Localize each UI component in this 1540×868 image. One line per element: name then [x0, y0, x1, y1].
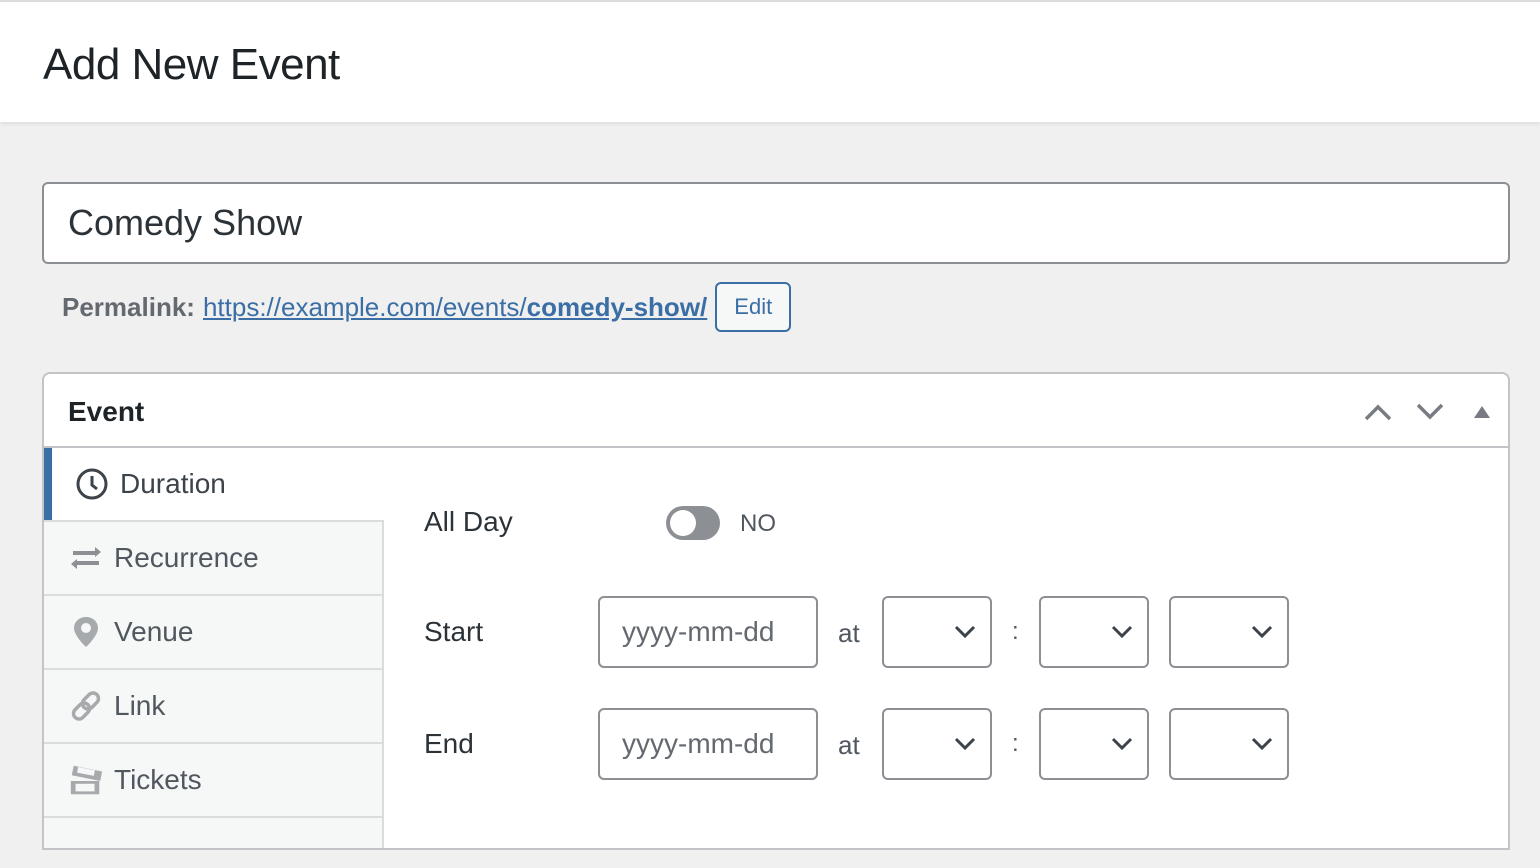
- chevron-down-icon: [954, 737, 976, 751]
- tab-label: Link: [114, 690, 166, 721]
- end-date-input[interactable]: [598, 708, 818, 780]
- triangle-up-icon: [1474, 406, 1490, 418]
- start-meridiem-select[interactable]: [1169, 596, 1289, 668]
- permalink-url-base: https://example.com/events/: [202, 291, 527, 322]
- repeat-icon: [68, 540, 104, 576]
- location-pin-icon: [68, 614, 104, 650]
- chevron-down-icon: [1251, 737, 1273, 751]
- end-meridiem-select[interactable]: [1169, 708, 1289, 780]
- chevron-down-icon: [1416, 403, 1444, 420]
- start-minute-select[interactable]: [1039, 596, 1149, 668]
- chevron-up-icon: [1364, 404, 1392, 421]
- event-meta-box: Event Duration Recurrence Venue Link Tic…: [42, 372, 1510, 850]
- chevron-down-icon: [1111, 737, 1133, 751]
- permalink-label: Permalink:: [62, 291, 195, 322]
- start-date-input[interactable]: [598, 596, 818, 668]
- tab-recurrence[interactable]: Recurrence: [44, 522, 384, 596]
- all-day-value: NO: [740, 510, 776, 537]
- end-time-separator: :: [1012, 730, 1019, 757]
- page-header: Add New Event: [0, 2, 1540, 122]
- event-box-title: Event: [68, 396, 145, 427]
- tab-label: Tickets: [114, 764, 202, 795]
- tab-link[interactable]: Link: [44, 670, 384, 744]
- tab-duration[interactable]: Duration: [44, 448, 384, 522]
- tab-tickets[interactable]: Tickets: [44, 744, 384, 818]
- page-title: Add New Event: [43, 40, 340, 89]
- tab-label: Venue: [114, 616, 194, 647]
- permalink-slug: comedy-show/: [526, 291, 708, 322]
- chevron-down-icon: [1251, 625, 1273, 639]
- move-down-button[interactable]: [1410, 394, 1450, 430]
- clock-icon: [74, 466, 110, 502]
- all-day-label: All Day: [424, 506, 513, 537]
- move-up-button[interactable]: [1358, 394, 1398, 430]
- permalink-row: Permalink: https://example.com/events/co…: [62, 282, 792, 332]
- end-label: End: [424, 728, 474, 759]
- permalink-link[interactable]: https://example.com/events/comedy-show/: [203, 292, 707, 323]
- event-title-input[interactable]: [42, 182, 1510, 264]
- tab-label: Recurrence: [114, 542, 259, 573]
- start-hour-select[interactable]: [882, 596, 992, 668]
- tab-label: Duration: [120, 468, 226, 499]
- chevron-down-icon: [1111, 625, 1133, 639]
- link-icon: [68, 688, 104, 724]
- all-day-toggle[interactable]: [666, 506, 720, 540]
- start-at-label: at: [838, 618, 860, 648]
- duration-panel: All Day NO Start at : End at :: [384, 448, 1508, 848]
- end-at-label: at: [838, 730, 860, 760]
- end-minute-select[interactable]: [1039, 708, 1149, 780]
- event-tabs: Duration Recurrence Venue Link Tickets: [44, 448, 384, 848]
- tickets-icon: [68, 762, 104, 798]
- event-box-header: Event: [44, 374, 1508, 448]
- end-hour-select[interactable]: [882, 708, 992, 780]
- start-time-separator: :: [1012, 618, 1019, 645]
- start-label: Start: [424, 616, 484, 647]
- toggle-panel-button[interactable]: [1462, 394, 1502, 430]
- edit-permalink-button[interactable]: Edit: [715, 282, 792, 332]
- tab-empty-slot: [44, 818, 384, 848]
- tab-venue[interactable]: Venue: [44, 596, 384, 670]
- chevron-down-icon: [954, 625, 976, 639]
